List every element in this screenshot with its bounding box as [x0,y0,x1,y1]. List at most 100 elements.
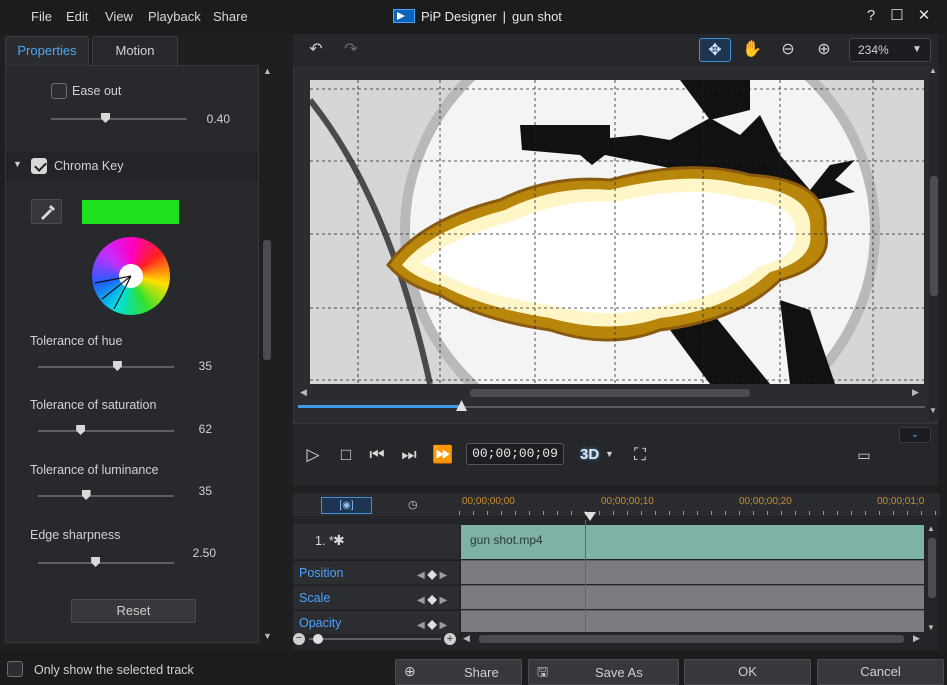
keyframe-nav-icon[interactable]: ◀ ◆ ▶ [417,617,447,631]
keyframe-track-label: Opacity [299,616,342,630]
timeline-vscroll-thumb[interactable] [928,538,936,598]
hand-tool-icon[interactable]: ✋ [736,38,768,62]
ease-out-value: 0.40 [206,112,230,126]
timecode-display[interactable]: 00;00;00;09 [466,443,564,465]
menu-view[interactable]: View [105,9,133,24]
zoom-select[interactable]: 234% ▼ [849,38,931,62]
timeline-vscrollbar[interactable]: ▲ ▼ [927,524,937,634]
menu-file[interactable]: File [31,9,52,24]
scroll-up-icon[interactable]: ▲ [927,524,935,533]
stop-icon[interactable]: □ [335,444,357,466]
edge-sharpness-value: 2.50 [192,546,216,560]
timeline-zoom-slider[interactable]: − + [293,632,459,646]
keyframe-lane[interactable] [461,610,924,632]
select-move-tool-icon[interactable]: ✥ [699,38,731,62]
chroma-key-checkbox[interactable] [31,158,47,174]
video-clip[interactable]: gun shot.mp4 [461,525,924,559]
close-button[interactable]: ✕ [915,7,933,25]
track-header[interactable]: 1. * ✱ [293,524,459,559]
ease-out-slider[interactable] [51,118,187,120]
chroma-key-label: Chroma Key [54,159,124,173]
preview-toolbar [293,34,938,66]
play-icon[interactable]: ▷ [302,444,324,466]
color-wheel[interactable] [92,237,170,315]
zoom-in-timeline-icon[interactable]: + [444,633,456,645]
undo-button[interactable]: ↶ [300,38,332,62]
scroll-right-icon[interactable]: ▶ [913,633,920,644]
save-as-button[interactable]: 🖫 Save As [528,659,679,685]
scroll-down-icon[interactable]: ▼ [929,406,937,415]
preview-hscrollbar[interactable]: ◀ ▶ [300,386,925,400]
zoom-thumb[interactable] [313,634,323,644]
expand-panel-icon[interactable]: ⌄ [899,427,931,443]
edge-sharpness-label: Edge sharpness [30,528,121,542]
ease-out-checkbox[interactable] [51,83,67,99]
3d-dropdown-icon[interactable]: ▼ [605,449,614,459]
share-button[interactable]: ⊕ Share [395,659,522,685]
menu-playback[interactable]: Playback [148,9,201,24]
keyframe-track-scale[interactable]: Scale ◀ ◆ ▶ [293,585,459,609]
only-selected-checkbox[interactable] [7,661,23,677]
scroll-up-icon[interactable]: ▲ [263,66,272,76]
scrollbar-thumb[interactable] [263,240,271,360]
preview-vscrollbar[interactable]: ▲ ▼ [929,66,939,420]
zoom-value: 234% [858,43,889,57]
key-color-swatch[interactable] [82,200,179,224]
zoom-out-timeline-icon[interactable]: − [293,633,305,645]
scroll-up-icon[interactable]: ▲ [929,66,937,75]
menu-share[interactable]: Share [213,9,248,24]
zoom-in-icon[interactable]: ⊕ [808,38,840,62]
document-name: gun shot [512,8,562,24]
eyedropper-button[interactable] [31,199,62,224]
scroll-down-icon[interactable]: ▼ [927,623,935,632]
playback-progress[interactable] [298,400,925,411]
tolerance-luminance-slider[interactable] [38,495,174,497]
scroll-left-icon[interactable]: ◀ [463,633,470,644]
ease-out-label: Ease out [72,84,122,98]
tolerance-hue-slider[interactable] [38,366,174,368]
edge-sharpness-slider[interactable] [38,562,174,564]
preview-canvas[interactable] [310,80,924,384]
next-frame-icon[interactable]: ⏭ [398,444,420,466]
fast-forward-icon[interactable]: ⏩ [432,444,454,466]
fullscreen-icon[interactable]: ⛶ [629,444,651,466]
help-button[interactable]: ? [862,7,880,25]
collapse-arrow-icon[interactable]: ▼ [13,159,22,169]
tab-motion[interactable]: Motion [92,36,178,65]
keyframe-track-position[interactable]: Position ◀ ◆ ▶ [293,560,459,584]
timeline-fit-icon[interactable]: [◉] [321,497,372,514]
only-selected-label: Only show the selected track [34,663,194,677]
scroll-down-icon[interactable]: ▼ [263,631,272,641]
previous-frame-icon[interactable]: ⏮ [366,444,388,466]
ruler-ticks [459,511,940,515]
tab-properties[interactable]: Properties [5,36,89,65]
menu-edit[interactable]: Edit [66,9,88,24]
keyframe-lane[interactable] [461,585,924,609]
keyframe-lane[interactable] [461,560,924,584]
timeline-hscroll-thumb[interactable] [479,635,904,643]
zoom-out-icon[interactable]: ⊖ [772,38,804,62]
properties-scrollbar[interactable]: ▲ ▼ [261,66,273,644]
keyframe-nav-icon[interactable]: ◀ ◆ ▶ [417,567,447,581]
playhead-line [585,520,586,632]
reset-button[interactable]: Reset [71,599,196,623]
keyframe-nav-icon[interactable]: ◀ ◆ ▶ [417,592,447,606]
tolerance-saturation-slider[interactable] [38,430,174,432]
preview-hscroll-thumb[interactable] [470,389,750,397]
tolerance-luminance-value: 35 [198,484,212,498]
maximize-button[interactable]: ☐ [888,7,906,25]
ruler-label: 00;00;00;20 [739,496,792,507]
3d-mode-button[interactable]: 3D [580,446,599,463]
share-label: Share [464,665,499,680]
cancel-button[interactable]: Cancel [817,659,944,685]
scroll-left-icon[interactable]: ◀ [300,387,307,398]
keyframe-track-opacity[interactable]: Opacity ◀ ◆ ▶ [293,610,459,634]
timeline-clock-icon[interactable]: ◷ [408,498,418,511]
timeline-hscrollbar[interactable]: ◀ ▶ [461,633,924,645]
ruler-label: 00;00;01;0 [877,496,925,507]
redo-button[interactable]: ↷ [335,38,367,62]
preview-vscroll-thumb[interactable] [930,176,938,296]
scroll-right-icon[interactable]: ▶ [912,387,919,398]
safe-zone-icon[interactable]: ▭ [853,444,875,466]
ok-button[interactable]: OK [684,659,811,685]
